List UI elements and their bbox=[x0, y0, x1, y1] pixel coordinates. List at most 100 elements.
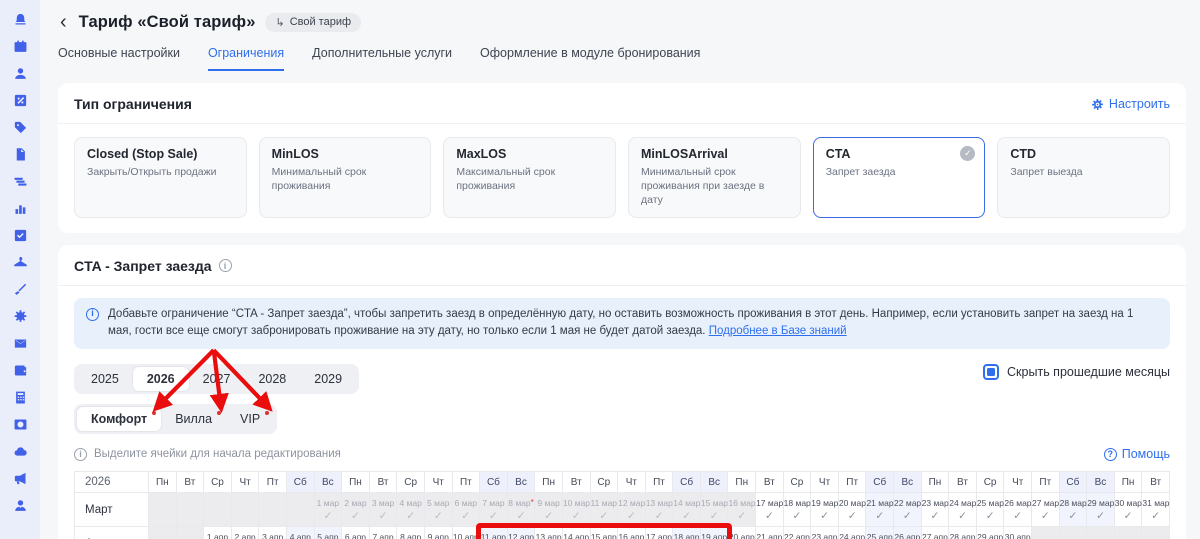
restriction-card-minlosarrival[interactable]: MinLOSArrivalМинимальный срок проживания… bbox=[628, 137, 801, 218]
date-cell[interactable]: 7 апр✓ bbox=[369, 527, 397, 539]
date-cell[interactable]: 11 апр× bbox=[480, 527, 508, 539]
user-tie-icon[interactable] bbox=[13, 498, 28, 513]
date-cell[interactable]: 28 мар✓ bbox=[1059, 493, 1087, 527]
date-cell[interactable]: 25 мар✓ bbox=[976, 493, 1004, 527]
date-cell[interactable]: 23 апр✓ bbox=[811, 527, 839, 539]
date-cell[interactable]: 4 мар✓ bbox=[397, 493, 425, 527]
room-tab-комфорт[interactable]: Комфорт bbox=[77, 407, 161, 431]
calculator-icon[interactable] bbox=[13, 390, 28, 405]
date-cell[interactable]: 6 мар✓ bbox=[452, 493, 480, 527]
date-cell[interactable]: 18 апр× bbox=[673, 527, 701, 539]
mail-icon[interactable] bbox=[13, 336, 28, 351]
date-cell[interactable]: 17 апр× bbox=[645, 527, 673, 539]
hide-past-months-checkbox[interactable] bbox=[983, 364, 999, 380]
check-badge-icon[interactable] bbox=[13, 228, 28, 243]
room-tab-vip[interactable]: VIP bbox=[226, 407, 274, 431]
date-cell[interactable]: 5 мар✓ bbox=[424, 493, 452, 527]
megaphone-icon[interactable] bbox=[13, 471, 28, 486]
bell-icon[interactable] bbox=[13, 12, 28, 27]
room-tab-вилла[interactable]: Вилла bbox=[161, 407, 226, 431]
date-cell[interactable]: 22 мар✓ bbox=[894, 493, 922, 527]
date-cell[interactable]: 1 апр✓ bbox=[204, 527, 232, 539]
date-cell[interactable]: 7 мар✓ bbox=[480, 493, 508, 527]
help-link[interactable]: ? Помощь bbox=[1104, 447, 1170, 461]
wallet-icon[interactable] bbox=[13, 363, 28, 378]
tag-icon[interactable] bbox=[13, 120, 28, 135]
date-cell[interactable]: 31 мар✓ bbox=[1142, 493, 1170, 527]
date-cell[interactable]: 18 мар✓ bbox=[783, 493, 811, 527]
date-cell[interactable]: 20 апр✓ bbox=[728, 527, 756, 539]
knowledge-base-link[interactable]: Подробнее в Базе знаний bbox=[709, 325, 847, 337]
date-cell[interactable]: 8 апр✓ bbox=[397, 527, 425, 539]
date-cell[interactable]: 13 апр× bbox=[535, 527, 563, 539]
back-button[interactable]: ‹ bbox=[58, 12, 69, 32]
date-cell[interactable]: 27 апр✓ bbox=[921, 527, 949, 539]
date-cell[interactable]: 19 мар✓ bbox=[811, 493, 839, 527]
year-tab-2026[interactable]: 2026 bbox=[133, 367, 189, 391]
date-cell[interactable]: 24 мар✓ bbox=[949, 493, 977, 527]
bar-chart-icon[interactable] bbox=[13, 201, 28, 216]
date-cell[interactable]: 15 мар✓ bbox=[700, 493, 728, 527]
document-icon[interactable] bbox=[13, 147, 28, 162]
date-cell[interactable]: 10 мар✓ bbox=[562, 493, 590, 527]
date-cell[interactable]: 2 мар✓ bbox=[342, 493, 370, 527]
hanger-icon[interactable] bbox=[13, 255, 28, 270]
date-cell[interactable]: 29 апр✓ bbox=[976, 527, 1004, 539]
user-icon[interactable] bbox=[13, 66, 28, 81]
restriction-card-cta[interactable]: ✓CTAЗапрет заезда bbox=[813, 137, 986, 218]
gear-icon[interactable] bbox=[13, 309, 28, 324]
date-cell[interactable]: 10 апр✓ bbox=[452, 527, 480, 539]
date-cell[interactable]: 26 мар✓ bbox=[1004, 493, 1032, 527]
date-cell[interactable]: 6 апр✓ bbox=[342, 527, 370, 539]
date-cell[interactable]: 29 мар✓ bbox=[1087, 493, 1115, 527]
cloud-icon[interactable] bbox=[13, 444, 28, 459]
percent-icon[interactable] bbox=[13, 93, 28, 108]
date-cell[interactable]: 30 апр✓ bbox=[1004, 527, 1032, 539]
date-cell[interactable]: 5 апр✓ bbox=[314, 527, 342, 539]
date-cell[interactable]: 28 апр✓ bbox=[949, 527, 977, 539]
date-cell[interactable]: 9 апр✓ bbox=[424, 527, 452, 539]
date-cell[interactable]: 21 апр✓ bbox=[756, 527, 784, 539]
tab-main-settings[interactable]: Основные настройки bbox=[58, 46, 180, 71]
date-cell[interactable]: 30 мар✓ bbox=[1114, 493, 1142, 527]
info-icon[interactable]: i bbox=[219, 259, 232, 272]
brush-icon[interactable] bbox=[13, 282, 28, 297]
date-cell[interactable]: 2 апр✓ bbox=[231, 527, 259, 539]
date-cell[interactable]: 25 апр✓ bbox=[866, 527, 894, 539]
date-cell[interactable]: 3 мар✓ bbox=[369, 493, 397, 527]
hide-past-months-toggle[interactable]: Скрыть прошедшие месяцы bbox=[983, 364, 1170, 380]
restriction-card-minlos[interactable]: MinLOSМинимальный срок проживания bbox=[259, 137, 432, 218]
date-cell[interactable]: 16 мар✓ bbox=[728, 493, 756, 527]
date-cell[interactable]: 26 апр✓ bbox=[894, 527, 922, 539]
restriction-card-maxlos[interactable]: MaxLOSМаксимальный срок проживания bbox=[443, 137, 616, 218]
date-cell[interactable]: 8 мар*✓ bbox=[507, 493, 535, 527]
date-cell[interactable]: 13 мар✓ bbox=[645, 493, 673, 527]
date-cell[interactable]: 22 апр✓ bbox=[783, 527, 811, 539]
date-cell[interactable]: 11 мар✓ bbox=[590, 493, 618, 527]
date-cell[interactable]: 15 апр× bbox=[590, 527, 618, 539]
date-cell[interactable]: 4 апр✓ bbox=[286, 527, 314, 539]
date-cell[interactable]: 23 мар✓ bbox=[921, 493, 949, 527]
date-cell[interactable]: 27 мар✓ bbox=[1032, 493, 1060, 527]
date-cell[interactable]: 14 апр× bbox=[562, 527, 590, 539]
tab-restrictions[interactable]: Ограничения bbox=[208, 46, 284, 71]
date-cell[interactable]: 19 апр× bbox=[700, 527, 728, 539]
year-tab-2027[interactable]: 2027 bbox=[189, 367, 245, 391]
date-cell[interactable]: 9 мар✓ bbox=[535, 493, 563, 527]
tab-booking-module[interactable]: Оформление в модуле бронирования bbox=[480, 46, 700, 71]
restriction-card-closed-stop-sale-[interactable]: Closed (Stop Sale)Закрыть/Открыть продаж… bbox=[74, 137, 247, 218]
cash-icon[interactable] bbox=[13, 174, 28, 189]
date-cell[interactable]: 21 мар✓ bbox=[866, 493, 894, 527]
date-cell[interactable]: 17 мар✓ bbox=[756, 493, 784, 527]
calendar-icon[interactable] bbox=[13, 39, 28, 54]
year-tab-2028[interactable]: 2028 bbox=[244, 367, 300, 391]
date-cell[interactable]: 3 апр✓ bbox=[259, 527, 287, 539]
date-cell[interactable]: 24 апр✓ bbox=[838, 527, 866, 539]
date-cell[interactable]: 12 апр× bbox=[507, 527, 535, 539]
date-cell[interactable]: 1 мар✓ bbox=[314, 493, 342, 527]
tab-extra-services[interactable]: Дополнительные услуги bbox=[312, 46, 452, 71]
date-cell[interactable]: 20 мар✓ bbox=[838, 493, 866, 527]
configure-link[interactable]: Настроить bbox=[1091, 97, 1170, 111]
date-cell[interactable]: 16 апр× bbox=[618, 527, 646, 539]
date-cell[interactable]: 12 мар✓ bbox=[618, 493, 646, 527]
